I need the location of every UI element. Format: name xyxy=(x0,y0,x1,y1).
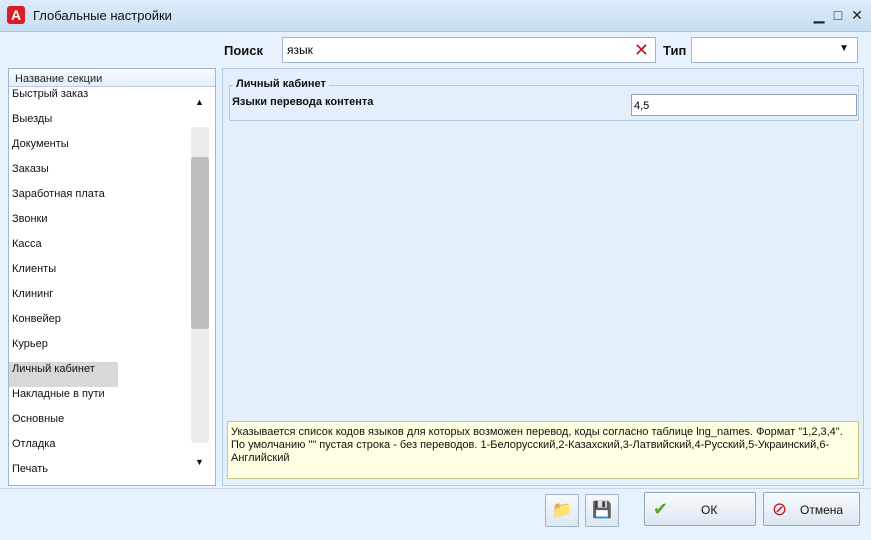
ok-button-label: ОК xyxy=(701,503,718,517)
clear-search-icon[interactable]: ✕ xyxy=(634,40,649,60)
cancel-icon: ⊘ xyxy=(772,499,788,519)
property-value-field[interactable] xyxy=(631,94,857,116)
open-folder-button[interactable]: 📁 xyxy=(545,494,579,527)
type-dropdown[interactable]: ▼ xyxy=(691,37,858,63)
settings-group-title: Личный кабинет xyxy=(233,78,329,90)
section-list-item[interactable]: Клиенты xyxy=(9,262,185,287)
save-button[interactable]: 💾 xyxy=(585,494,619,527)
section-list-item[interactable]: Касса xyxy=(9,237,185,262)
section-list-item[interactable]: Быстрый заказ xyxy=(9,87,185,112)
scroll-down-icon[interactable]: ▼ xyxy=(195,457,204,467)
search-input[interactable] xyxy=(287,42,627,58)
checkmark-icon: ✔ xyxy=(653,499,669,519)
scroll-up-icon[interactable]: ▲ xyxy=(195,97,204,107)
settings-panel: Личный кабинет Языки перевода контента У… xyxy=(222,68,864,486)
property-value-input[interactable] xyxy=(634,98,852,113)
section-list-panel: Название секции Быстрый заказ Выезды Док… xyxy=(8,68,216,486)
title-bar: A Глобальные настройки ▁ □ ✕ xyxy=(0,0,871,32)
section-list-item[interactable]: Конвейер xyxy=(9,312,185,337)
type-label: Тип xyxy=(663,43,687,58)
section-list-item[interactable]: Основные xyxy=(9,412,185,437)
window-title: Глобальные настройки xyxy=(33,8,172,23)
section-list-item[interactable]: Курьер xyxy=(9,337,185,362)
section-list-item[interactable]: Накладные в пути xyxy=(9,387,185,412)
section-column-header[interactable]: Название секции xyxy=(9,69,215,87)
scroll-thumb[interactable] xyxy=(191,157,209,329)
section-list-item[interactable]: Звонки xyxy=(9,212,185,237)
section-list-item[interactable]: Отладка xyxy=(9,437,185,462)
close-window-button[interactable]: ✕ xyxy=(848,6,866,24)
property-label: Языки перевода контента xyxy=(232,96,374,108)
ok-button[interactable]: ✔ ОК xyxy=(644,492,756,526)
section-list: Быстрый заказ Выезды Документы Заказы За… xyxy=(9,87,185,485)
folder-icon: 📁 xyxy=(552,502,572,519)
cancel-button[interactable]: ⊘ Отмена xyxy=(763,492,860,526)
section-list-item-selected[interactable]: Личный кабинет xyxy=(9,362,118,387)
save-icon: 💾 xyxy=(592,502,612,519)
section-list-item[interactable]: Выезды xyxy=(9,112,185,137)
section-list-scrollbar[interactable]: ▲ ▼ xyxy=(187,87,215,485)
section-list-item[interactable]: Заказы xyxy=(9,162,185,187)
help-description: Указывается список кодов языков для кото… xyxy=(227,421,859,479)
section-list-item[interactable]: Печать xyxy=(9,462,185,485)
dropdown-arrow-icon[interactable]: ▼ xyxy=(839,43,849,54)
section-list-item[interactable]: Заработная плата xyxy=(9,187,185,212)
minimize-button[interactable]: ▁ xyxy=(810,6,828,24)
section-list-item[interactable]: Клининг xyxy=(9,287,185,312)
maximize-button[interactable]: □ xyxy=(829,6,847,24)
footer-divider xyxy=(0,488,871,489)
search-box[interactable]: ✕ xyxy=(282,37,656,63)
cancel-button-label: Отмена xyxy=(800,503,844,517)
app-logo-icon: A xyxy=(7,6,25,24)
dialog-body: Поиск ✕ Тип ▼ Название секции Быстрый за… xyxy=(0,32,871,540)
search-label: Поиск xyxy=(224,43,264,58)
section-list-item[interactable]: Документы xyxy=(9,137,185,162)
